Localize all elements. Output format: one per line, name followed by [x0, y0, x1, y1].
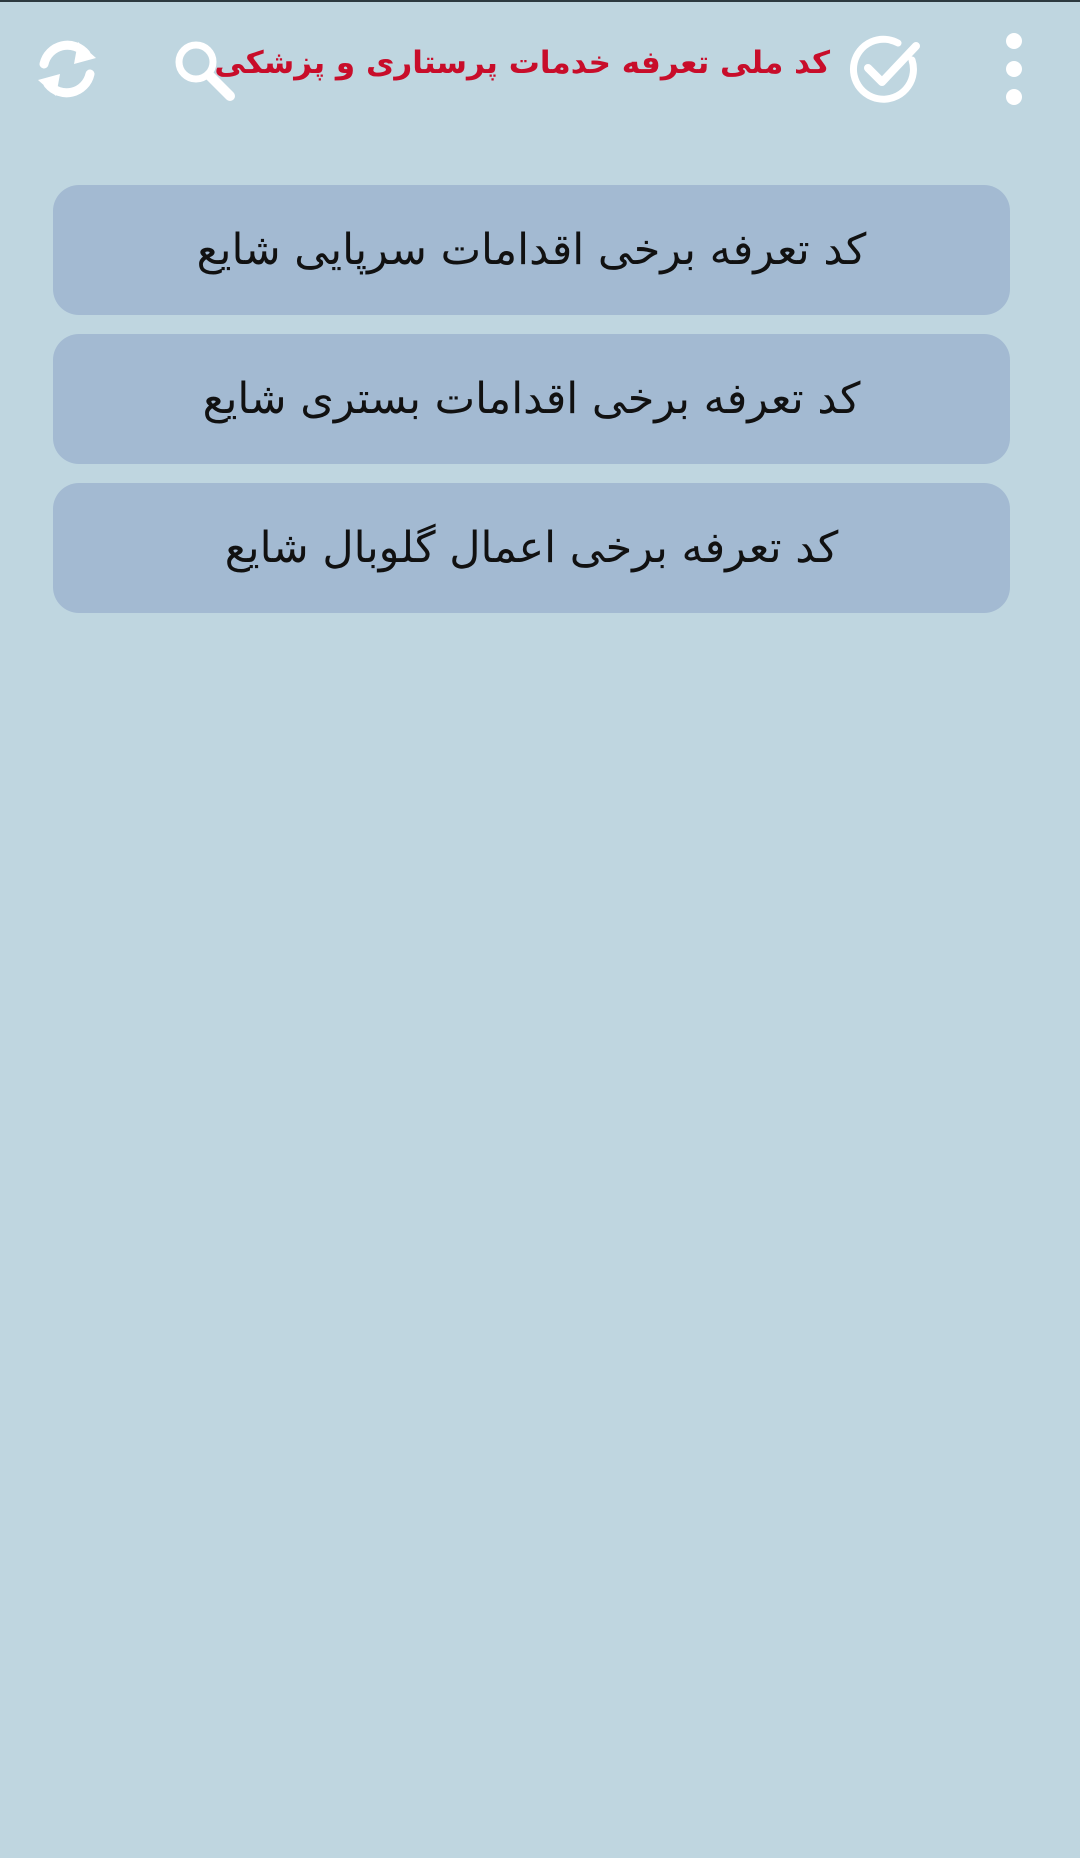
page-title: کد ملی تعرفه خدمات پرستاری و پزشکی: [214, 45, 830, 81]
app-bar: کد ملی تعرفه خدمات پرستاری و پزشکی: [0, 2, 1080, 134]
refresh-icon: [32, 34, 102, 104]
confirm-button[interactable]: [840, 24, 930, 114]
more-options-button[interactable]: [969, 24, 1059, 114]
menu-list: کد تعرفه برخی اقدامات سرپایی شایع کد تعر…: [53, 185, 1010, 632]
check-circle-icon: [846, 30, 924, 108]
menu-item-global[interactable]: کد تعرفه برخی اعمال گلوبال شایع: [53, 483, 1010, 613]
menu-item-inpatient[interactable]: کد تعرفه برخی اقدامات بستری شایع: [53, 334, 1010, 464]
more-vert-icon: [999, 31, 1029, 107]
refresh-button[interactable]: [22, 24, 112, 114]
menu-item-outpatient[interactable]: کد تعرفه برخی اقدامات سرپایی شایع: [53, 185, 1010, 315]
